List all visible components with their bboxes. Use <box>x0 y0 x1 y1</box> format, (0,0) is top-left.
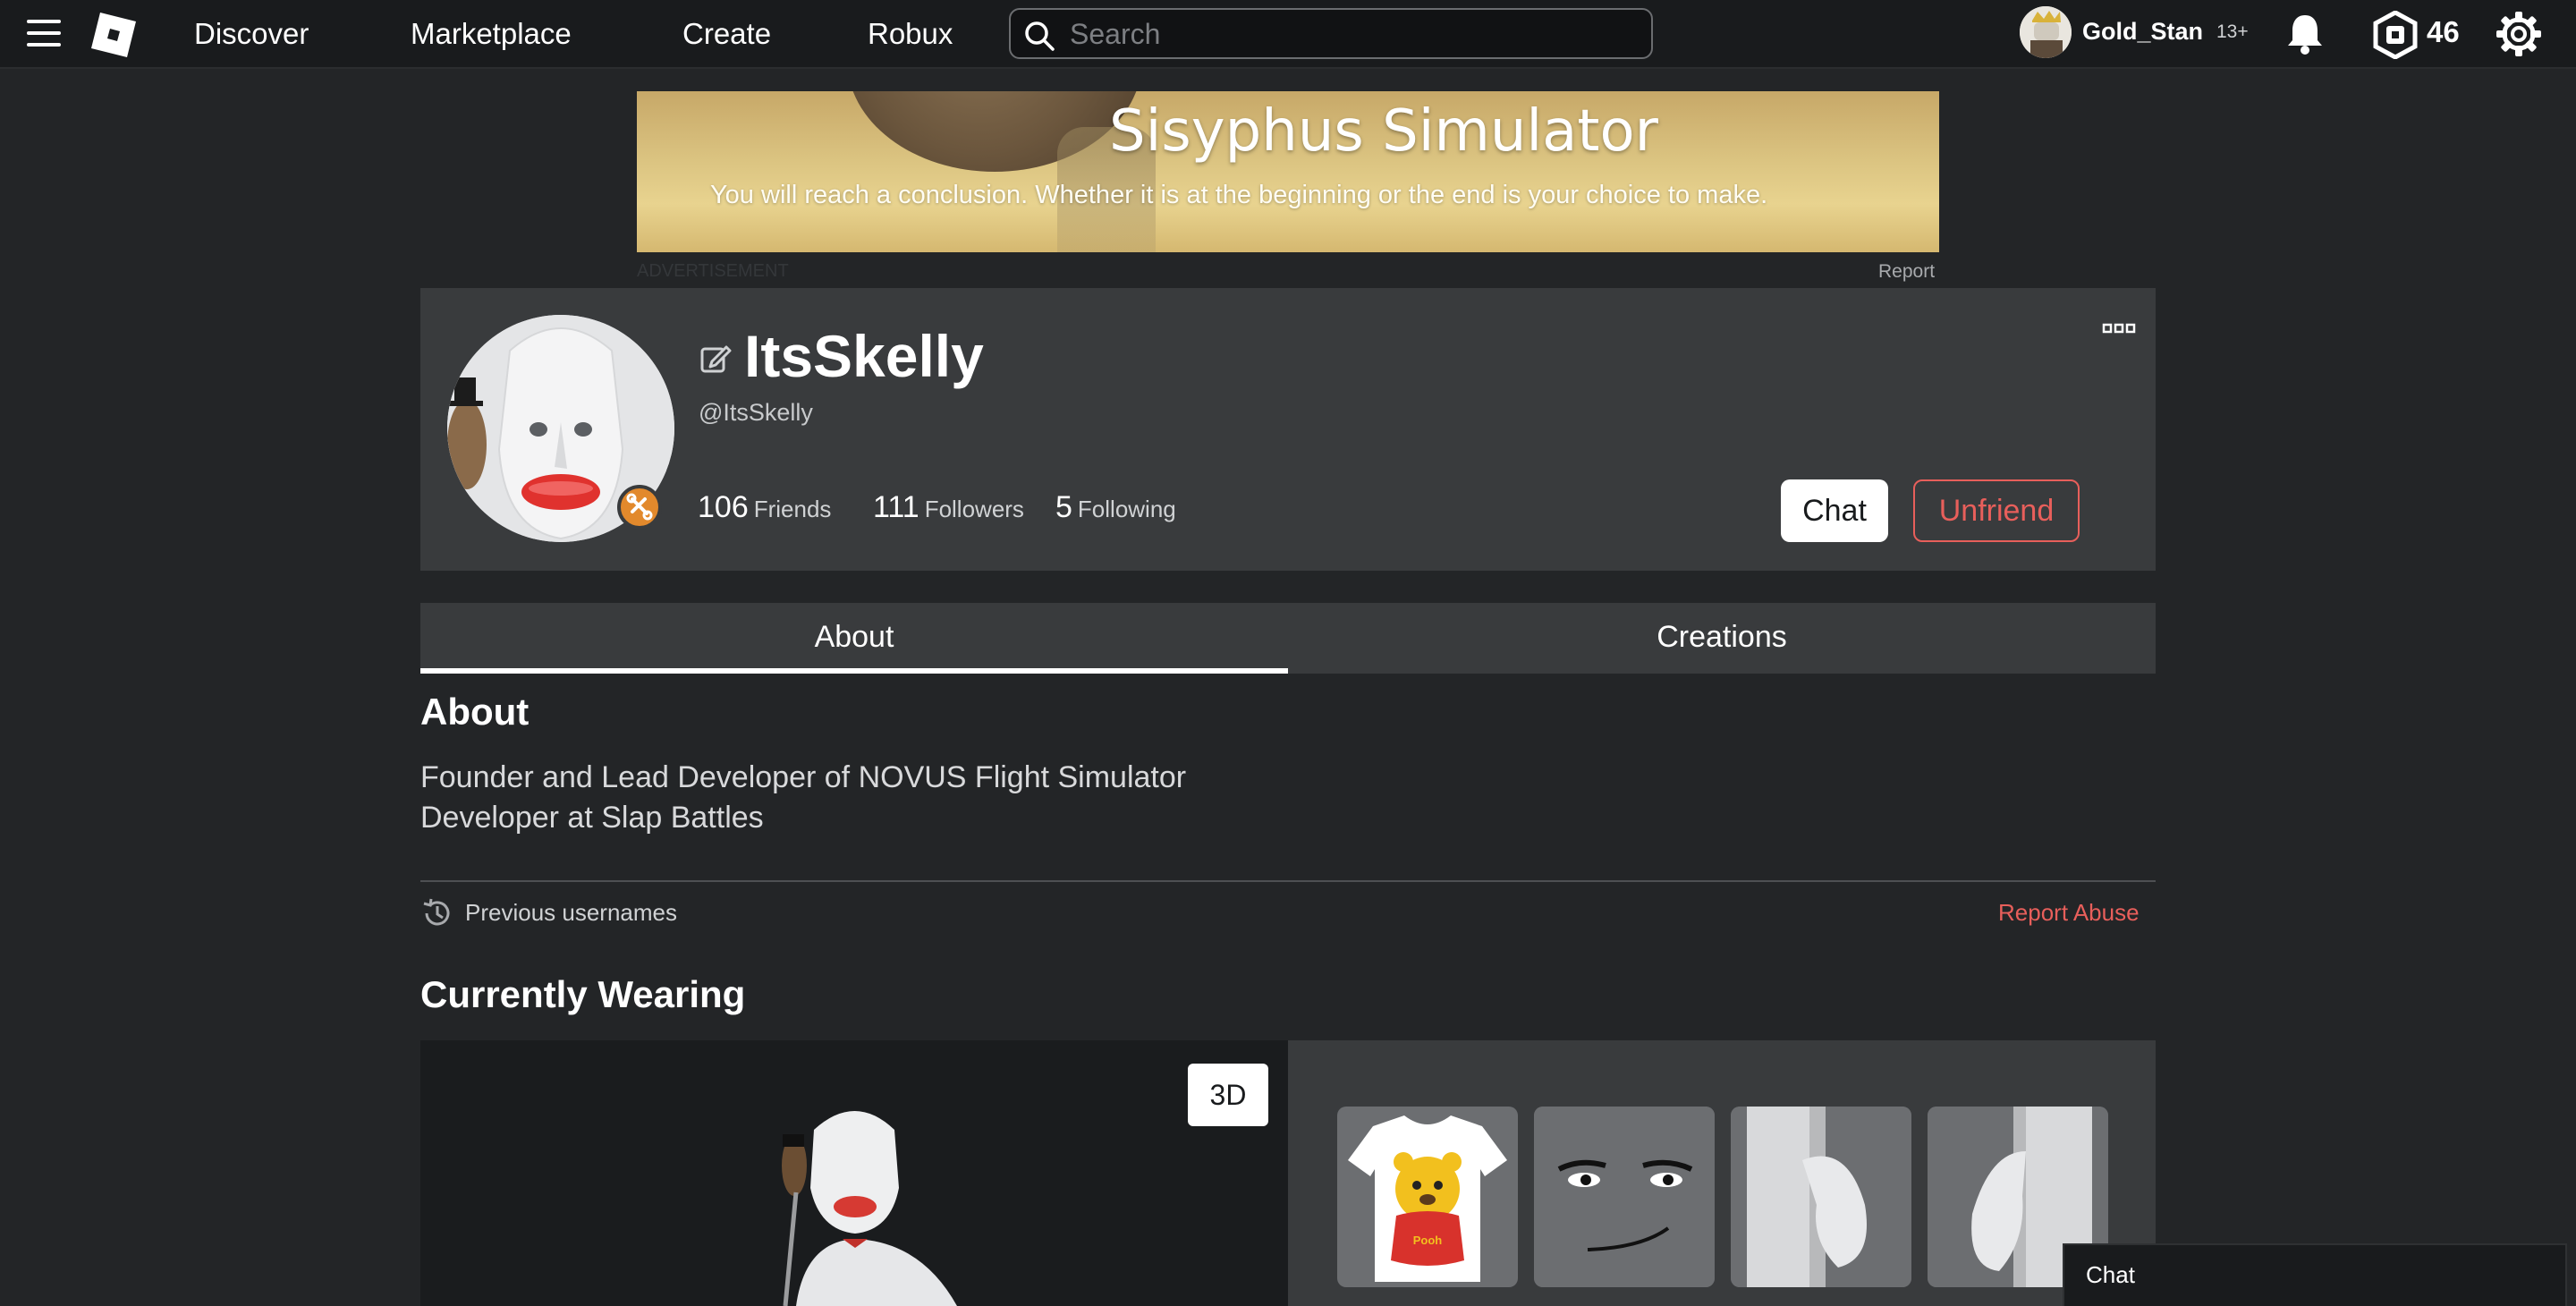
search-icon <box>1025 21 1055 51</box>
following-count: 5 <box>1055 490 1072 524</box>
nav-username[interactable]: Gold_Stan <box>2082 18 2203 46</box>
tab-about[interactable]: About <box>420 603 1288 674</box>
friends-count: 106 <box>698 490 749 524</box>
robux-icon[interactable] <box>2372 11 2419 59</box>
section-divider <box>420 880 2156 882</box>
roblox-logo-icon[interactable] <box>89 11 138 59</box>
about-heading: About <box>420 691 530 733</box>
age-label: 13+ <box>2216 21 2249 42</box>
search-input[interactable] <box>1070 17 1624 51</box>
followers-count: 111 <box>873 490 919 524</box>
edit-icon[interactable] <box>699 342 732 374</box>
unfriend-button[interactable]: Unfriend <box>1913 479 2080 542</box>
avatar-image <box>2020 6 2072 58</box>
following-label: Following <box>1077 496 1176 522</box>
followers-label: Followers <box>924 496 1024 522</box>
robux-balance[interactable]: 46 <box>2427 15 2460 49</box>
about-line-2: Developer at Slap Battles <box>420 801 764 835</box>
profile-tabs: About Creations <box>420 603 2156 674</box>
user-avatar[interactable] <box>2020 6 2072 58</box>
nav-link-marketplace[interactable]: Marketplace <box>411 17 572 51</box>
nav-link-create[interactable]: Create <box>682 17 771 51</box>
nav-link-discover[interactable]: Discover <box>194 17 309 51</box>
followers-stat[interactable]: 111 Followers <box>873 490 1024 525</box>
history-icon[interactable] <box>420 896 454 930</box>
nav-link-robux[interactable]: Robux <box>868 17 953 51</box>
friends-label: Friends <box>753 496 832 522</box>
tab-creations[interactable]: Creations <box>1288 603 2156 674</box>
ad-title: Sisyphus Simulator <box>1109 98 1658 165</box>
pooh-shirt-image: Pooh <box>1348 1115 1507 1282</box>
ad-report-link[interactable]: Report <box>1878 261 1935 283</box>
wearing-item-face[interactable] <box>1534 1107 1715 1287</box>
chat-button[interactable]: Chat <box>1781 479 1888 542</box>
top-navigation-bar: Discover Marketplace Create Robux Gold_S… <box>0 0 2576 69</box>
currently-wearing-heading: Currently Wearing <box>420 973 746 1015</box>
avatar-3d-viewer[interactable]: 3D <box>420 1040 1288 1306</box>
avatar-3d-render <box>782 1111 957 1306</box>
chat-dock[interactable]: Chat <box>2063 1243 2567 1306</box>
friends-stat[interactable]: 106 Friends <box>698 490 831 525</box>
settings-gear-icon[interactable] <box>2496 11 2542 57</box>
wearing-item-right-arm[interactable] <box>1731 1107 1911 1287</box>
report-abuse-link[interactable]: Report Abuse <box>1998 899 2140 927</box>
chat-dock-label: Chat <box>2086 1261 2135 1288</box>
advertisement-label: ADVERTISEMENT <box>637 261 789 281</box>
profile-handle: @ItsSkelly <box>699 399 813 426</box>
wearing-items-panel: Pooh <box>1288 1040 2156 1306</box>
face-image <box>1534 1107 1715 1287</box>
menu-icon[interactable] <box>27 20 63 48</box>
about-line-1: Founder and Lead Developer of NOVUS Flig… <box>420 760 1187 794</box>
developer-badge-icon[interactable] <box>617 485 662 530</box>
profile-header: ItsSkelly @ItsSkelly 106 Friends 111 Follo… <box>420 288 2156 571</box>
more-options-icon[interactable] <box>2102 322 2136 335</box>
ad-subtitle: You will reach a conclusion. Whether it … <box>710 181 1768 209</box>
notifications-bell-icon[interactable] <box>2284 12 2326 56</box>
advertisement-banner[interactable]: Sisyphus Simulator You will reach a conc… <box>637 91 1939 252</box>
previous-usernames-link[interactable]: Previous usernames <box>465 899 677 927</box>
right-arm-image <box>1731 1107 1911 1287</box>
wearing-item-shirt[interactable]: Pooh <box>1337 1107 1518 1287</box>
shirt-print-text: Pooh <box>1413 1234 1443 1247</box>
search-box <box>1009 8 1653 59</box>
profile-display-name: ItsSkelly <box>744 323 984 389</box>
3d-toggle-button[interactable]: 3D <box>1188 1064 1268 1126</box>
following-stat[interactable]: 5 Following <box>1055 490 1176 525</box>
